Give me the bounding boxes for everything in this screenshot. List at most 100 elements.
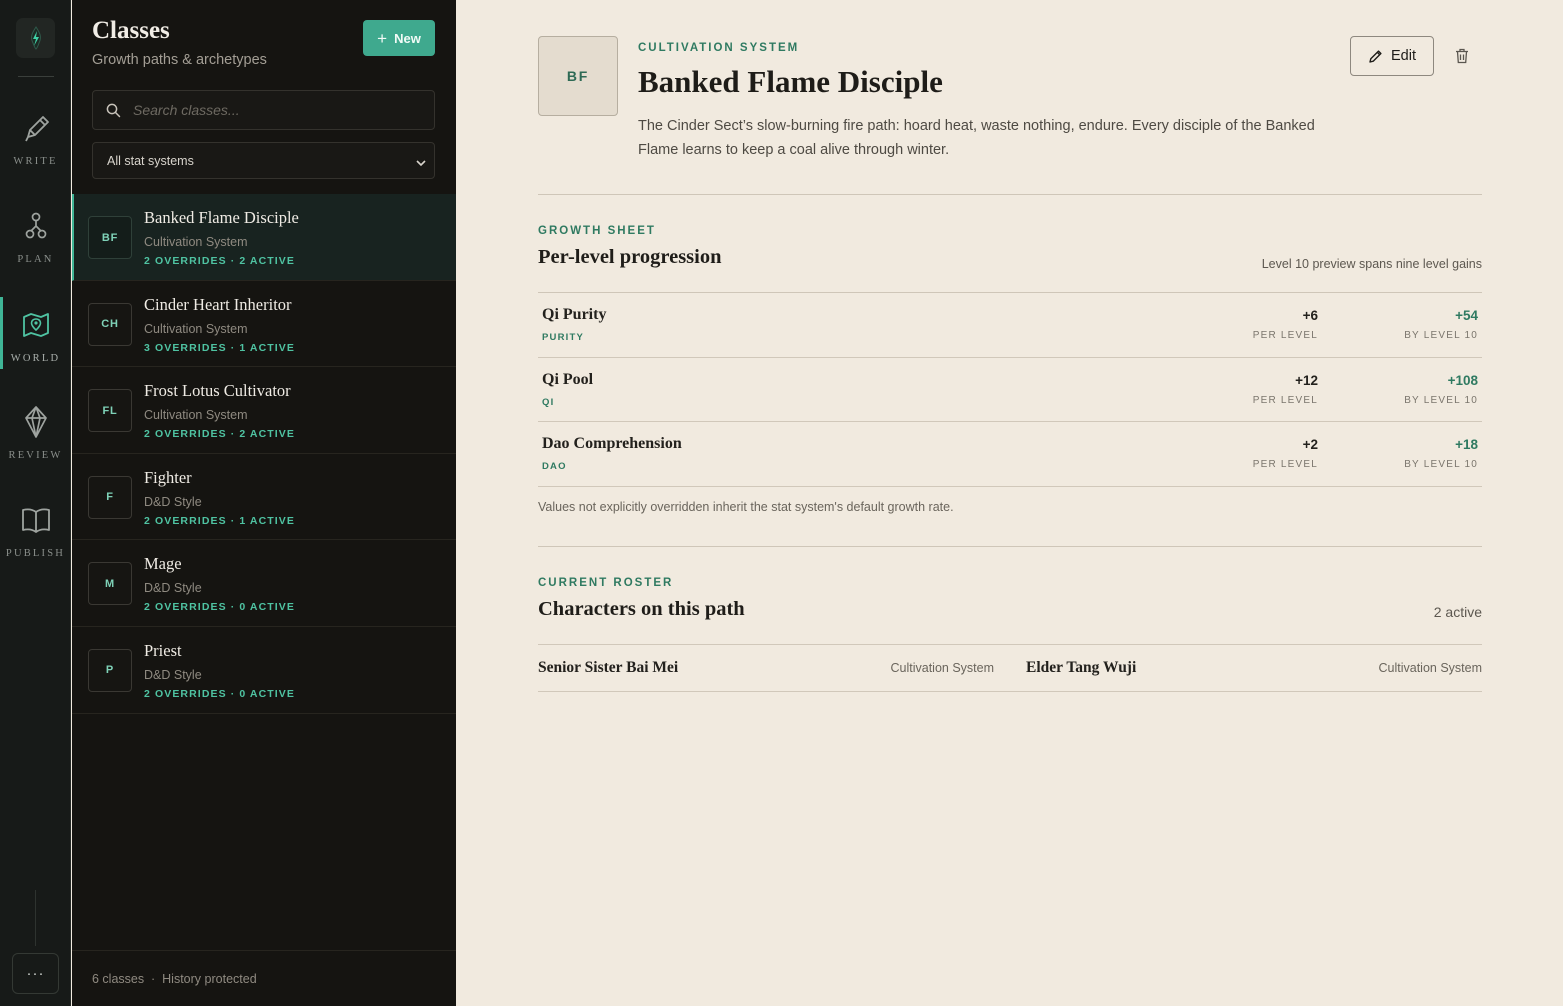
rail-item-plan[interactable]: PLAN (0, 206, 71, 278)
plan-nodes-icon (23, 206, 49, 246)
class-badge: BF (88, 216, 132, 259)
class-system: D&D Style (144, 494, 202, 509)
class-name: Frost Lotus Cultivator (144, 381, 291, 401)
stat-name: Dao Comprehension (542, 435, 682, 452)
per-level-label: PER LEVEL (1252, 394, 1318, 406)
stat-name: Qi Purity (542, 306, 607, 323)
list-item[interactable]: F Fighter D&D Style 2 OVERRIDES · 1 ACTI… (72, 454, 456, 541)
class-name: Cinder Heart Inheritor (144, 294, 292, 314)
class-system: D&D Style (144, 667, 202, 682)
stat-system-filter[interactable]: All stat systems (92, 142, 435, 179)
list-item[interactable]: CH Cinder Heart Inheritor Cultivation Sy… (72, 281, 456, 368)
stat-row: Dao Comprehension DAO +2 PER LEVEL +18 B… (538, 422, 1482, 487)
stat-code: DAO (542, 461, 567, 472)
class-meta: 2 OVERRIDES · 0 ACTIVE (144, 601, 296, 614)
stat-total: +18 (1455, 437, 1478, 452)
stat-per-level: +12 (1295, 372, 1318, 388)
diamond-icon (23, 402, 49, 442)
class-badge: M (88, 562, 132, 606)
trash-icon (1456, 48, 1468, 64)
list-item[interactable]: BF Banked Flame Disciple Cultivation Sys… (72, 194, 456, 281)
delete-button[interactable] (1452, 46, 1472, 66)
stat-code: QI (542, 396, 555, 408)
plus-icon: + (377, 28, 388, 48)
class-meta: 2 OVERRIDES · 2 ACTIVE (144, 428, 296, 441)
roster-item[interactable]: Senior Sister Bai Mei Cultivation System (538, 645, 994, 691)
edit-button[interactable]: Edit (1350, 36, 1434, 76)
roster-list: Senior Sister Bai Mei Cultivation System… (538, 644, 1482, 692)
class-system: Cultivation System (144, 235, 248, 249)
panel-footer: 6 classes · History protected (72, 950, 456, 1006)
class-system: Cultivation System (144, 408, 248, 423)
search-box (92, 90, 435, 130)
per-level-label: PER LEVEL (1252, 330, 1318, 341)
rail-divider (18, 76, 54, 77)
book-icon (20, 500, 52, 540)
rail-item-write[interactable]: WRITE (0, 108, 71, 180)
list-item[interactable]: P Priest D&D Style 2 OVERRIDES · 0 ACTIV… (72, 627, 456, 714)
rail-label: WRITE (13, 156, 58, 167)
class-meta: 2 OVERRIDES · 0 ACTIVE (144, 687, 296, 700)
class-name: Mage (144, 554, 182, 574)
rail-label: PUBLISH (5, 548, 66, 559)
growth-kicker: GROWTH SHEET (538, 225, 656, 237)
class-name: Priest (144, 640, 182, 660)
character-system: Cultivation System (890, 661, 994, 675)
rail-item-publish[interactable]: PUBLISH (0, 500, 71, 572)
rail-divider (35, 890, 36, 946)
page-title: Banked Flame Disciple (638, 64, 943, 99)
class-list: BF Banked Flame Disciple Cultivation Sys… (72, 194, 456, 714)
growth-footnote: Values not explicitly overridden inherit… (538, 500, 954, 514)
pencil-icon (1369, 49, 1382, 63)
stat-name: Qi Pool (542, 370, 594, 388)
class-meta: 2 OVERRIDES · 1 ACTIVE (144, 514, 296, 527)
class-badge: F (88, 475, 132, 519)
more-menu-button[interactable]: ··· (12, 953, 59, 994)
rail-item-world[interactable]: WORLD (0, 297, 71, 377)
app-rail: WRITE PLAN WORLD REVIEW PUBLISH ··· (0, 0, 71, 1006)
roster-count: 2 active (1433, 604, 1482, 620)
rail-item-review[interactable]: REVIEW (0, 402, 71, 474)
stat-row: Qi Pool QI +12 PER LEVEL +108 BY LEVEL 1… (538, 358, 1482, 422)
roster-kicker: CURRENT ROSTER (538, 577, 674, 589)
stat-total: +54 (1455, 308, 1478, 323)
roster-item[interactable]: Elder Tang Wuji Cultivation System (1026, 645, 1482, 691)
map-icon (21, 305, 51, 345)
class-badge: FL (88, 389, 132, 433)
growth-title: Per-level progression (538, 246, 722, 268)
stat-row: Qi Purity PURITY +6 PER LEVEL +54 BY LEV… (538, 293, 1482, 358)
classes-panel: Classes Growth paths & archetypes + New … (72, 0, 456, 1006)
class-detail: BF CULTIVATION SYSTEM Banked Flame Disci… (456, 0, 1563, 1006)
character-name: Senior Sister Bai Mei (538, 659, 679, 676)
new-class-button[interactable]: + New (363, 20, 435, 56)
rail-label: WORLD (10, 353, 61, 364)
class-meta: 2 OVERRIDES · 2 ACTIVE (144, 255, 296, 267)
class-badge: CH (88, 302, 132, 346)
footer-status: 6 classes · History protected (92, 972, 257, 986)
search-icon (106, 103, 121, 123)
rail-label: REVIEW (8, 450, 63, 461)
roster-title: Characters on this path (538, 598, 745, 620)
growth-note: Level 10 preview spans nine level gains (1261, 257, 1482, 271)
class-system: D&D Style (144, 581, 202, 596)
class-name: Fighter (144, 467, 192, 487)
character-name: Elder Tang Wuji (1026, 659, 1137, 676)
stat-total: +108 (1447, 372, 1478, 388)
class-description: The Cinder Sect’s slow-burning fire path… (638, 118, 1315, 158)
edit-label: Edit (1391, 48, 1416, 64)
stat-code: PURITY (542, 332, 585, 343)
total-label: BY LEVEL 10 (1404, 330, 1478, 341)
divider (538, 194, 1482, 195)
divider (538, 546, 1482, 547)
stat-per-level: +6 (1302, 308, 1318, 323)
list-item[interactable]: M Mage D&D Style 2 OVERRIDES · 0 ACTIVE (72, 540, 456, 627)
panel-title: Classes (92, 17, 170, 44)
class-badge: P (88, 648, 132, 692)
total-label: BY LEVEL 10 (1404, 459, 1478, 470)
pen-icon (21, 108, 51, 148)
app-logo[interactable] (16, 18, 55, 58)
class-badge-large: BF (538, 36, 618, 116)
list-item[interactable]: FL Frost Lotus Cultivator Cultivation Sy… (72, 367, 456, 454)
search-input[interactable] (133, 91, 423, 129)
character-system: Cultivation System (1378, 661, 1482, 675)
